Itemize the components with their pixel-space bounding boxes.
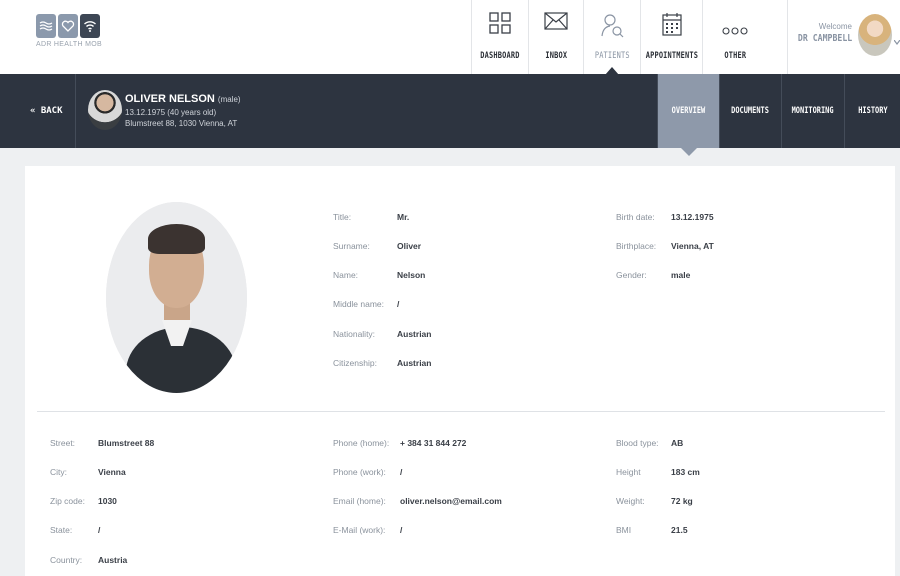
nav-patients-label: PATIENTS <box>594 51 630 61</box>
nav-appointments[interactable]: APPOINTMENTS <box>640 0 702 74</box>
top-navbar: ADR HEALTH MOB DASHBOARD INBOX PATIENTS <box>0 0 900 75</box>
gender-value: male <box>671 270 691 280</box>
zip-code-value: 1030 <box>98 496 117 506</box>
phone-work-value: / <box>400 467 403 477</box>
grid-icon <box>489 12 511 39</box>
blood-type-value: AB <box>671 438 684 448</box>
middle-name-label: Middle name: <box>333 299 385 309</box>
state-label: State: <box>50 525 73 535</box>
patient-photo <box>106 202 247 393</box>
heart-icon <box>58 14 78 38</box>
patient-gender-tag: (male) <box>217 95 241 104</box>
birthplace-label: Birthplace: <box>616 241 657 251</box>
gender-label: Gender: <box>616 270 647 280</box>
bmi-value: 21.5 <box>671 525 688 535</box>
name-value: Nelson <box>397 270 426 280</box>
patient-address: Blumstreet 88, 1030 Vienna, AT <box>125 119 238 128</box>
email-home-value[interactable]: oliver.nelson@email.com <box>400 496 502 506</box>
tab-documents[interactable]: DOCUMENTS <box>719 74 781 148</box>
state-value: / <box>98 525 101 535</box>
main-nav: DASHBOARD INBOX PATIENTS APPOINTMENTS OT… <box>471 0 767 75</box>
email-work-label: E-Mail (work): <box>333 525 386 535</box>
citizenship-label: Citizenship: <box>333 358 377 368</box>
more-icon <box>722 22 748 40</box>
calendar-icon <box>661 12 682 41</box>
birth-date-value: 13.12.1975 <box>671 212 714 222</box>
back-button[interactable]: « BACK <box>0 74 76 148</box>
tab-history-label: HISTORY <box>857 106 888 116</box>
avatar[interactable] <box>858 14 892 56</box>
patient-name: OLIVER NELSON (male) <box>125 93 241 105</box>
nav-patients[interactable]: PATIENTS <box>583 0 640 75</box>
active-indicator <box>680 148 697 156</box>
nav-other[interactable]: OTHER <box>702 0 767 74</box>
city-value: Vienna <box>98 467 126 477</box>
title-label: Title: <box>333 212 352 222</box>
nav-appointments-label: APPOINTMENTS <box>645 51 698 61</box>
nav-other-label: OTHER <box>724 51 746 61</box>
patient-dob: 13.12.1975 (40 years old) <box>125 108 217 117</box>
tab-monitoring-label: MONITORING <box>792 106 834 116</box>
weight-label: Weight: <box>616 496 645 506</box>
tab-overview-label: OVERVIEW <box>671 106 706 116</box>
welcome-text: Welcome <box>818 22 852 31</box>
middle-name-value: / <box>397 299 400 309</box>
citizenship-value: Austrian <box>397 358 432 368</box>
patient-tabs: OVERVIEW DOCUMENTS MONITORING HISTORY <box>657 74 900 156</box>
street-value: Blumstreet 88 <box>98 438 155 448</box>
title-value: Mr. <box>397 212 410 222</box>
height-label: Height <box>616 467 641 477</box>
tab-documents-label: DOCUMENTS <box>731 106 770 116</box>
email-work-value: / <box>400 525 403 535</box>
app-logo[interactable]: ADR HEALTH MOB <box>36 14 102 48</box>
phone-home-label: Phone (home): <box>333 438 390 448</box>
nav-dashboard[interactable]: DASHBOARD <box>471 0 528 74</box>
tab-history[interactable]: HISTORY <box>844 74 900 148</box>
nationality-value: Austrian <box>397 329 432 339</box>
waves-icon <box>36 14 56 38</box>
section-divider <box>37 411 885 412</box>
blood-type-label: Blood type: <box>616 438 659 448</box>
wifi-icon <box>80 14 100 38</box>
tab-overview[interactable]: OVERVIEW <box>657 74 719 156</box>
user-menu[interactable]: Welcome DR CAMPBELL <box>787 0 900 74</box>
height-value: 183 cm <box>671 467 700 477</box>
patient-name-text: OLIVER NELSON <box>125 93 215 105</box>
surname-label: Surname: <box>333 241 370 251</box>
surname-value: Oliver <box>397 241 422 251</box>
zip-code-label: Zip code: <box>50 496 85 506</box>
birth-date-label: Birth date: <box>616 212 655 222</box>
patient-search-icon <box>600 12 624 43</box>
email-home-label: Email (home): <box>333 496 386 506</box>
birthplace-value: Vienna, AT <box>671 241 714 251</box>
weight-value: 72 kg <box>671 496 693 506</box>
nav-inbox-label: INBOX <box>545 51 567 61</box>
name-label: Name: <box>333 270 359 280</box>
patient-avatar <box>88 90 122 130</box>
tab-monitoring[interactable]: MONITORING <box>781 74 844 148</box>
phone-home-value[interactable]: + 384 31 844 272 <box>400 438 466 448</box>
country-value: Austria <box>98 555 128 565</box>
city-label: City: <box>50 467 67 477</box>
chevron-down-icon[interactable] <box>893 32 900 50</box>
logo-text: ADR HEALTH MOB <box>36 41 102 48</box>
phone-work-label: Phone (work): <box>333 467 386 477</box>
nav-inbox[interactable]: INBOX <box>528 0 583 74</box>
bmi-label: BMI <box>616 525 632 535</box>
street-label: Street: <box>50 438 76 448</box>
user-name: DR CAMPBELL <box>797 33 852 44</box>
country-label: Country: <box>50 555 83 565</box>
nationality-label: Nationality: <box>333 329 376 339</box>
nav-dashboard-label: DASHBOARD <box>480 51 520 61</box>
envelope-icon <box>544 12 568 35</box>
patient-header: « BACK OLIVER NELSON (male) 13.12.1975 (… <box>0 74 900 156</box>
